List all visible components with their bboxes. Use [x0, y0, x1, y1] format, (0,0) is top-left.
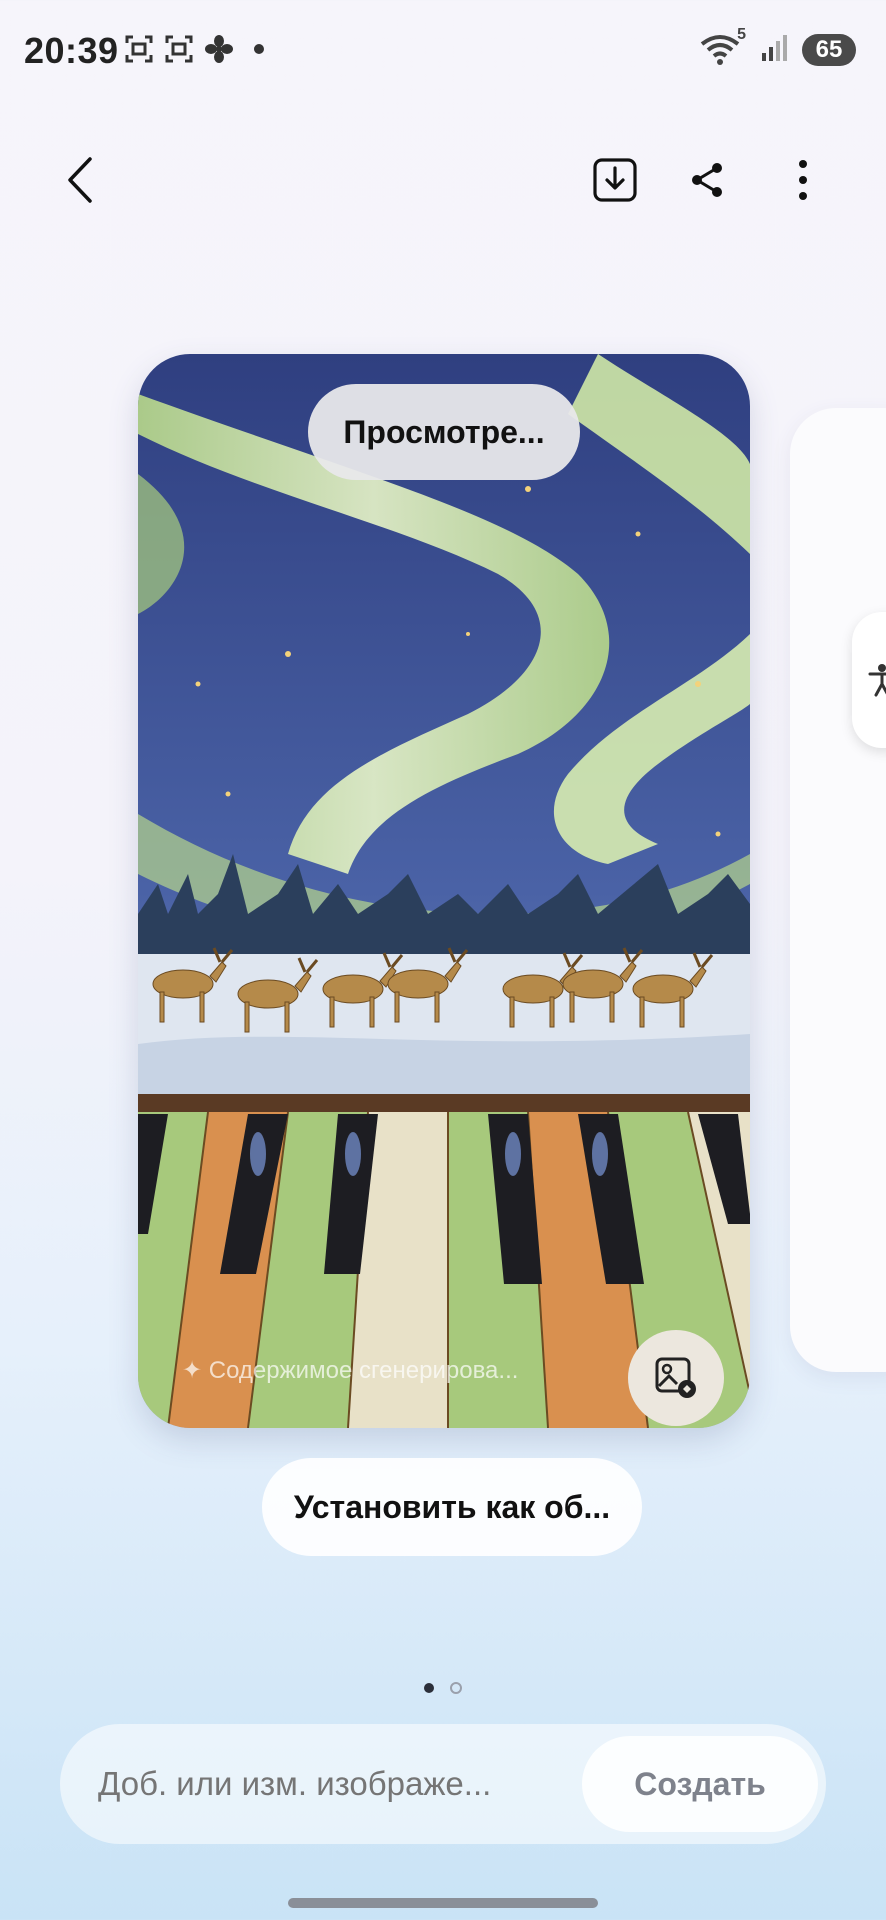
top-toolbar — [0, 140, 886, 220]
next-preview-card[interactable] — [790, 408, 886, 1372]
download-icon — [593, 158, 637, 202]
page-dot-active[interactable] — [424, 1683, 434, 1693]
wifi-icon: 5 — [700, 26, 746, 68]
more-button[interactable] — [768, 140, 838, 220]
back-button[interactable] — [46, 140, 116, 220]
page-dot[interactable] — [450, 1682, 462, 1694]
preview-status-pill: Просмотре... — [308, 384, 580, 480]
status-time: 20:39 — [24, 30, 119, 71]
status-notification-icons — [124, 34, 274, 64]
wifi-label: 5 — [737, 26, 746, 43]
ai-generated-caption: ✦ Содержимое сгенерирова... — [182, 1357, 519, 1384]
prompt-composer: Создать — [60, 1724, 826, 1844]
accessibility-tab[interactable] — [852, 612, 886, 748]
screenshot-icon — [164, 34, 194, 64]
edit-image-button[interactable] — [628, 1330, 724, 1426]
generated-image-card[interactable]: Просмотре... ✦ Содержимое сгенерирова... — [138, 354, 750, 1428]
image-edit-icon — [655, 1357, 696, 1398]
more-vertical-icon — [799, 160, 807, 200]
create-button[interactable]: Создать — [582, 1736, 818, 1832]
screenshot-icon — [124, 34, 154, 64]
download-button[interactable] — [580, 140, 650, 220]
status-bar: 20:39 5 65 — [0, 0, 886, 100]
accessibility-icon — [868, 664, 886, 697]
fan-icon — [204, 34, 234, 64]
set-as-wallpaper-button[interactable]: Установить как об... — [262, 1458, 642, 1556]
share-button[interactable] — [672, 140, 742, 220]
page-indicator — [424, 1682, 462, 1694]
back-arrow-icon — [68, 157, 92, 203]
home-indicator[interactable] — [288, 1898, 598, 1908]
dot-icon — [244, 34, 274, 64]
battery-badge: 65 — [802, 34, 856, 66]
signal-icon — [760, 33, 788, 68]
prompt-input[interactable] — [98, 1724, 518, 1844]
status-system-icons: 5 65 — [700, 26, 856, 68]
share-icon — [692, 163, 722, 197]
generated-image — [138, 354, 750, 1428]
